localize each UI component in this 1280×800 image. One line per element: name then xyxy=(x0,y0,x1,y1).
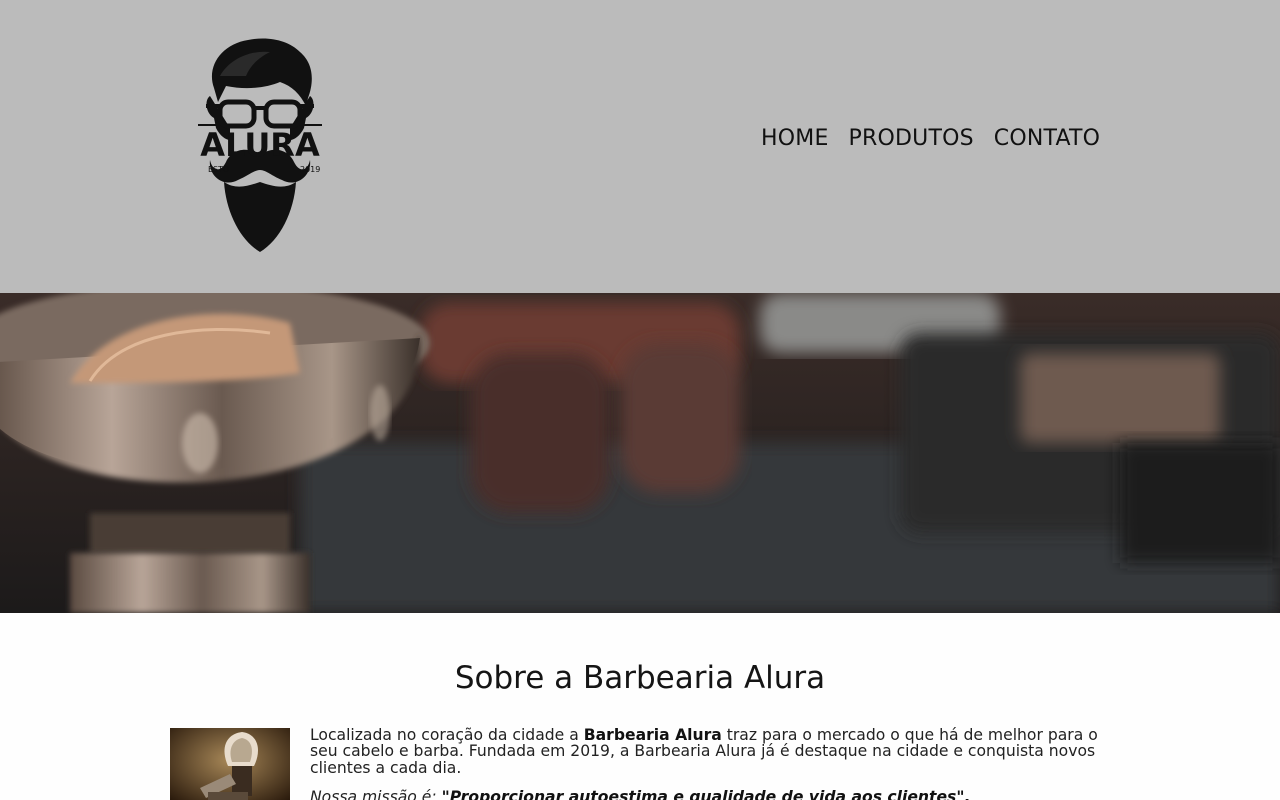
hero-banner xyxy=(0,293,1280,613)
site-header: ALURA ESTO 2019 HOME PRODUTOS CONTATO xyxy=(0,0,1280,293)
logo-est-right: 2019 xyxy=(300,165,320,174)
about-text-lead: Localizada no coração da cidade a xyxy=(310,726,584,744)
about-text: Localizada no coração da cidade a Barbea… xyxy=(310,727,1110,800)
alura-logo[interactable]: ALURA ESTO 2019 xyxy=(196,36,324,254)
page-title: Sobre a Barbearia Alura xyxy=(454,660,826,696)
about-thumbnail xyxy=(170,728,290,800)
barber-tools-photo xyxy=(0,293,1280,613)
main-nav: HOME PRODUTOS CONTATO xyxy=(761,126,1100,151)
mission-paragraph: Nossa missão é: "Proporcionar autoestima… xyxy=(310,789,1110,800)
logo-est-left: ESTO xyxy=(208,165,229,174)
mission-statement: "Proporcionar autoestima e qualidade de … xyxy=(441,788,971,800)
nav-link-contato[interactable]: CONTATO xyxy=(994,126,1100,151)
about-paragraph: Localizada no coração da cidade a Barbea… xyxy=(310,727,1110,776)
bearded-man-logo-icon: ALURA ESTO 2019 xyxy=(198,38,322,252)
brand-name-bold: Barbearia Alura xyxy=(583,726,722,744)
nav-link-home[interactable]: HOME xyxy=(761,126,829,151)
shaving-brush-photo xyxy=(170,728,290,800)
mission-label: Nossa missão é: xyxy=(310,788,442,800)
nav-link-produtos[interactable]: PRODUTOS xyxy=(849,126,974,151)
logo-brand-text: ALURA xyxy=(200,126,320,164)
about-section: Sobre a Barbearia Alura Localizada no co… xyxy=(0,613,1280,800)
